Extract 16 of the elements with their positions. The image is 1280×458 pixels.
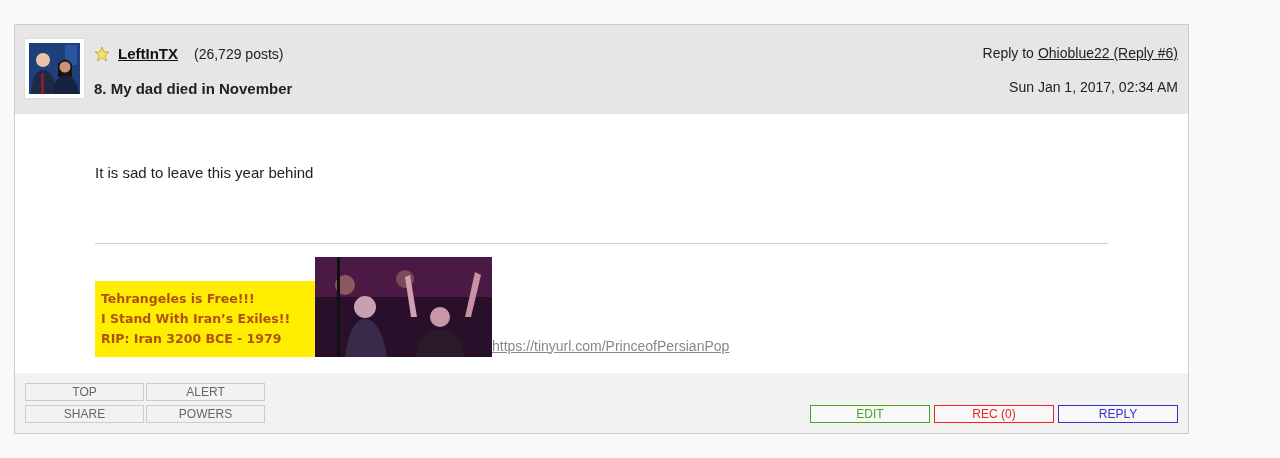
signature-banner: Tehrangeles is Free!!! I Stand With Iran’s Exiles!! RIP: Iran 3200 BCE - 1979 [95,280,315,357]
post-text: It is sad to leave this year behind [95,163,315,183]
reply-to-link[interactable]: Ohioblue22 (Reply #6) [1037,43,1178,64]
action-button[interactable]: EDIT [810,404,930,423]
footer-button[interactable]: SHARE [25,404,144,423]
signature-link[interactable]: https://tinyurl.com/PrinceofPersianPop [492,335,730,357]
footer-button[interactable]: POWERS [146,404,265,423]
post-title: 8. My dad died in November [94,78,294,99]
action-button[interactable]: REPLY [1058,404,1178,423]
action-button[interactable]: REC (0) [934,404,1054,423]
reply-to-label: Reply to [982,44,1034,63]
footer-button[interactable]: TOP [25,382,144,401]
username-link[interactable]: LeftInTX [118,43,178,66]
post-count: (26,729 posts) [194,44,284,64]
footer-button[interactable]: ALERT [146,382,265,401]
post-date: Sun Jan 1, 2017, 02:34 AM [1008,78,1178,97]
